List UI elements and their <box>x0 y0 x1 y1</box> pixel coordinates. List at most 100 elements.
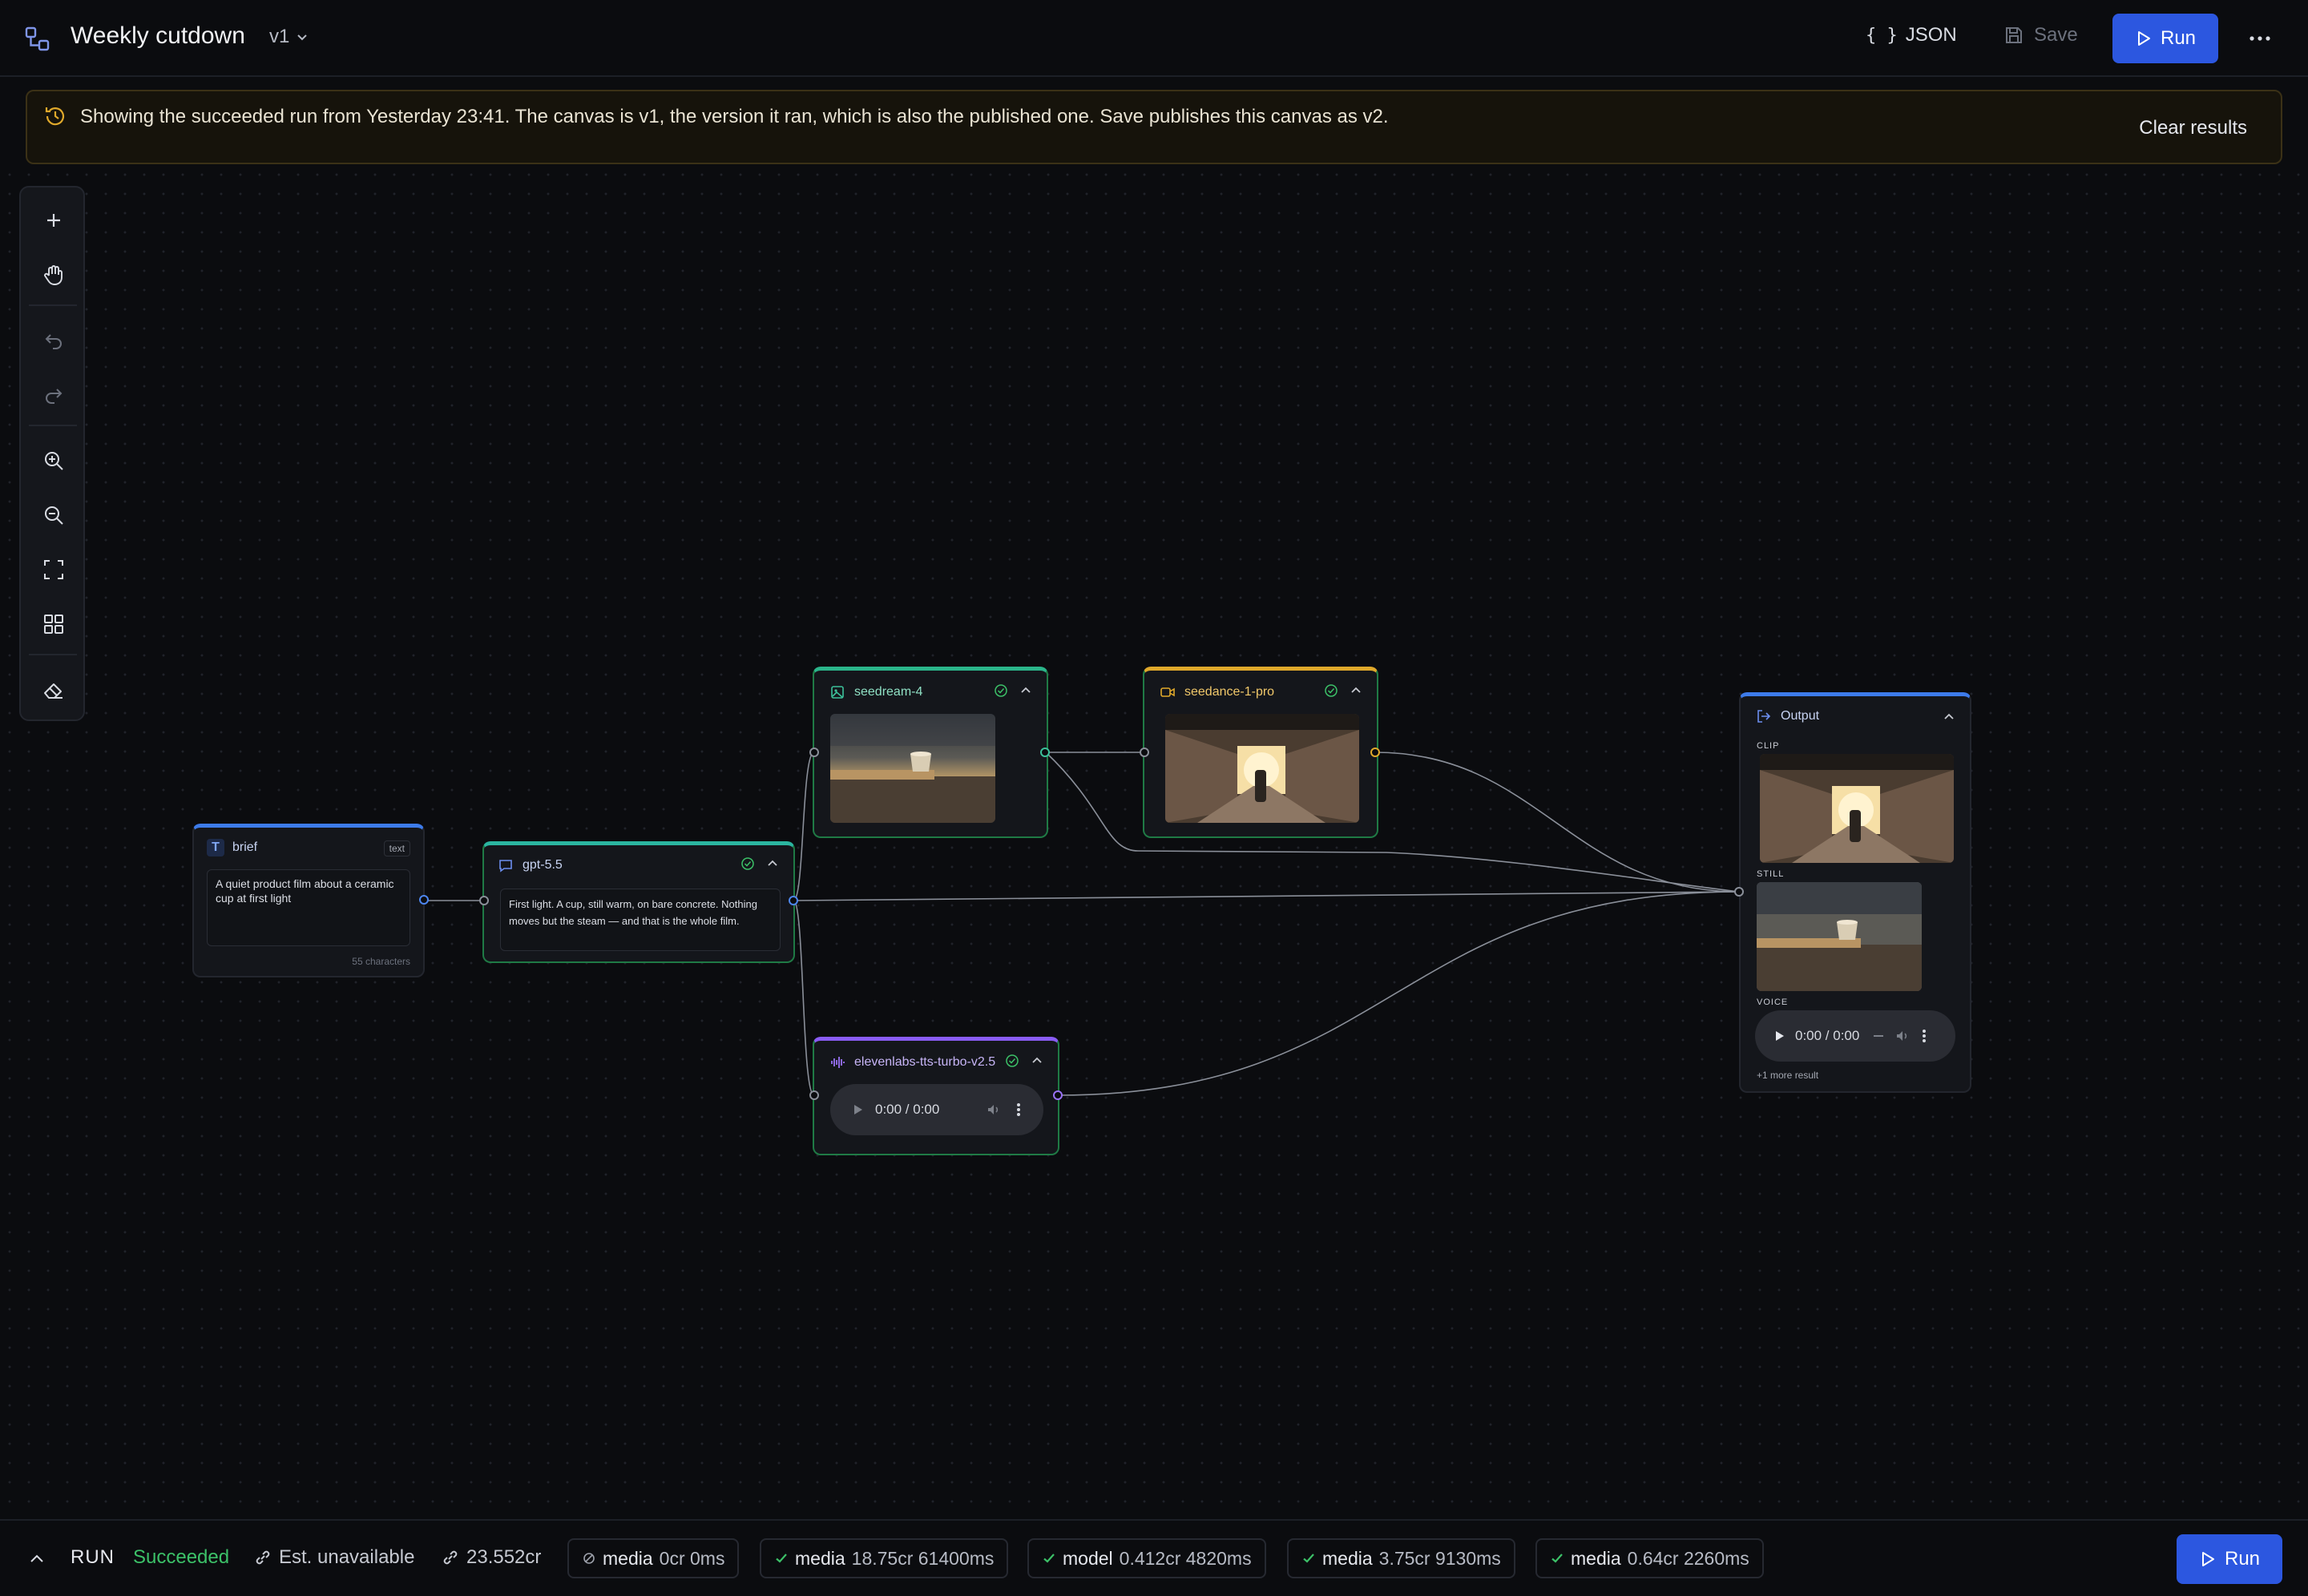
plus-icon <box>47 214 60 227</box>
estimate: Est. unavailable <box>253 1546 414 1569</box>
collapse-chevron-icon[interactable] <box>1031 1054 1043 1067</box>
voice-label: VOICE <box>1757 998 1789 1007</box>
redo-icon <box>46 389 63 404</box>
save-button[interactable]: Save <box>2003 24 2078 46</box>
image-icon <box>829 683 846 701</box>
node-tts[interactable]: elevenlabs-tts-turbo-v2.5 0:00 / 0:00 <box>813 1037 1059 1155</box>
output-icon <box>1755 707 1773 725</box>
step-chip[interactable]: media 0cr 0ms <box>567 1538 740 1578</box>
step-chip[interactable]: media 0.64cr 2260ms <box>1535 1538 1764 1578</box>
page-title: Weekly cutdown <box>71 22 245 49</box>
history-icon <box>45 107 65 126</box>
check-icon <box>776 1554 787 1563</box>
node-seedream[interactable]: seedream-4 <box>813 667 1048 838</box>
node-title: brief <box>232 840 258 854</box>
seedance-input-port[interactable] <box>1140 748 1149 757</box>
json-button[interactable]: { } JSON <box>1866 24 1957 46</box>
seek-bar[interactable] <box>1874 1035 1884 1037</box>
audio-time: 0:00 / 0:00 <box>1795 1028 1860 1043</box>
chip-kind: media <box>1322 1547 1373 1569</box>
output-still[interactable] <box>1757 882 1922 991</box>
success-check-icon <box>741 857 754 870</box>
seedream-input-port[interactable] <box>809 748 819 757</box>
run-state: Succeeded <box>133 1546 230 1568</box>
node-title: seedream-4 <box>854 685 923 699</box>
fit-view-icon <box>44 560 63 579</box>
collapse-chevron-icon[interactable] <box>766 857 779 870</box>
check-icon <box>1303 1554 1314 1563</box>
chip-kind: media <box>603 1547 653 1569</box>
generated-still-image[interactable] <box>830 714 995 823</box>
generated-video-clip[interactable] <box>1165 714 1359 823</box>
output-audio-player[interactable]: 0:00 / 0:00 <box>1755 1010 1955 1062</box>
seedance-output-port[interactable] <box>1370 748 1380 757</box>
collapse-chevron-icon[interactable] <box>1943 711 1955 723</box>
version-label: v1 <box>269 26 290 47</box>
more-results-link[interactable]: +1 more result <box>1757 1070 1818 1081</box>
version-select[interactable]: v1 <box>269 26 309 48</box>
gpt-output-port[interactable] <box>789 896 798 905</box>
zoom-out-button[interactable] <box>37 498 71 532</box>
redo-button[interactable] <box>37 378 71 412</box>
skipped-icon <box>583 1553 595 1564</box>
run-label: Run <box>2160 27 2197 49</box>
gpt-input-port[interactable] <box>479 896 489 905</box>
eraser-icon <box>44 683 63 699</box>
run-button[interactable]: Run <box>2112 14 2218 63</box>
more-options-icon[interactable] <box>1016 1102 1021 1118</box>
more-options-icon[interactable] <box>1922 1028 1927 1044</box>
brief-text-input[interactable]: A quiet product film about a ceramic cup… <box>207 869 410 946</box>
clear-results-button[interactable]: Clear results <box>2139 117 2247 139</box>
model-output-text: First light. A cup, still warm, on bare … <box>500 889 781 951</box>
chip-meta: 3.75cr 9130ms <box>1378 1547 1501 1569</box>
brief-output-port[interactable] <box>419 895 429 905</box>
grid-icon <box>44 615 63 634</box>
node-gpt[interactable]: gpt-5.5 First light. A cup, still warm, … <box>482 841 795 963</box>
more-menu-icon[interactable] <box>2245 24 2274 53</box>
auto-layout-button[interactable] <box>37 607 71 641</box>
clear-canvas-button[interactable] <box>37 673 71 707</box>
node-brief[interactable]: T brief text A quiet product film about … <box>192 824 425 977</box>
chevron-down-icon <box>297 34 308 41</box>
collapse-chevron-icon[interactable] <box>1350 684 1362 697</box>
node-seedance[interactable]: seedance-1-pro <box>1143 667 1378 838</box>
json-label: JSON <box>1905 24 1957 46</box>
still-label: STILL <box>1757 869 1785 879</box>
workflow-logo-icon <box>25 26 50 51</box>
node-title: elevenlabs-tts-turbo-v2.5 <box>854 1055 996 1069</box>
zoom-in-button[interactable] <box>37 444 71 478</box>
add-node-button[interactable] <box>37 204 71 237</box>
total-cost-value: 23.552cr <box>466 1546 542 1568</box>
node-type-badge: text <box>383 840 410 856</box>
pan-tool-button[interactable] <box>37 258 71 292</box>
step-chip[interactable]: media 18.75cr 61400ms <box>760 1538 1009 1578</box>
chevron-up-icon[interactable] <box>27 1550 46 1569</box>
canvas-toolbar <box>19 186 85 721</box>
top-bar: Weekly cutdown v1 { } JSON Save Run <box>0 0 2308 77</box>
volume-icon[interactable] <box>986 1102 1002 1118</box>
audio-player[interactable]: 0:00 / 0:00 <box>830 1084 1043 1135</box>
braces-icon: { } <box>1866 25 1898 46</box>
seedream-output-port[interactable] <box>1040 748 1050 757</box>
total-cost: 23.552cr <box>441 1546 541 1569</box>
node-title: seedance-1-pro <box>1184 685 1275 699</box>
tts-input-port[interactable] <box>809 1090 819 1100</box>
fit-view-button[interactable] <box>37 553 71 586</box>
node-output[interactable]: Output CLIP STILL VOICE 0:00 / 0:00 +1 m… <box>1739 692 1971 1093</box>
step-chip[interactable]: model 0.412cr 4820ms <box>1027 1538 1266 1578</box>
output-clip[interactable] <box>1760 754 1954 863</box>
chip-kind: model <box>1063 1547 1113 1569</box>
character-count: 55 characters <box>352 956 410 967</box>
step-chip[interactable]: media 3.75cr 9130ms <box>1287 1538 1515 1578</box>
collapse-chevron-icon[interactable] <box>1019 684 1032 697</box>
play-icon[interactable] <box>851 1103 864 1116</box>
play-icon[interactable] <box>1773 1030 1785 1042</box>
run-button-bottom[interactable]: Run <box>2177 1534 2282 1584</box>
undo-icon <box>45 334 62 349</box>
tts-output-port[interactable] <box>1053 1090 1063 1100</box>
undo-button[interactable] <box>37 324 71 357</box>
output-input-port[interactable] <box>1734 887 1744 897</box>
chat-icon <box>497 856 514 874</box>
link-icon <box>443 1550 458 1565</box>
volume-icon[interactable] <box>1894 1028 1911 1044</box>
